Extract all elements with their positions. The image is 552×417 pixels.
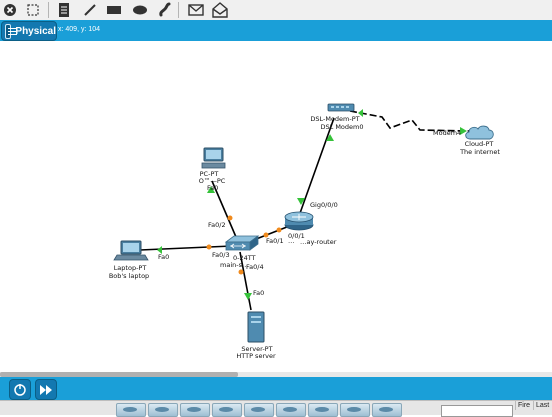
ellipse-icon[interactable]: [131, 1, 149, 19]
server-name-label: HTTP server: [236, 352, 276, 360]
dsl-modem-device[interactable]: [327, 103, 355, 112]
device-tile[interactable]: [180, 403, 210, 417]
server-slot: [251, 321, 261, 323]
logical-workspace[interactable]: PC-PT O™—PC Fa0 Laptop-PT Bob's laptop F…: [0, 41, 552, 372]
device-tile[interactable]: [276, 403, 306, 417]
device-palette: Fire Last: [0, 400, 552, 417]
modem-type-label: DSL-Modem-PT: [310, 115, 359, 123]
switch-fa04-label: Fa0/4: [246, 263, 264, 271]
device-tile[interactable]: [244, 403, 274, 417]
laptop-screen: [123, 243, 139, 252]
mode-bar: Physical x: 409, y: 104: [0, 20, 552, 41]
server-port-label: Fa0: [253, 289, 264, 297]
link-status-dot: [238, 269, 244, 275]
cloud-type-label: Cloud-PT: [465, 140, 494, 148]
cloud-icon: [465, 125, 494, 140]
complex-pdu-icon[interactable]: [211, 1, 229, 19]
fast-forward-button[interactable]: [35, 379, 57, 400]
toolbar-separator: [178, 2, 179, 18]
cursor-coordinates: x: 409, y: 104: [58, 26, 101, 33]
switch-fa03-label: Fa0/3: [212, 251, 230, 259]
laptop-type-label: Laptop-PT: [114, 264, 147, 272]
device-tile[interactable]: [212, 403, 242, 417]
main-toolbar: [0, 0, 552, 21]
rectangle-icon[interactable]: [105, 1, 123, 19]
device-tile[interactable]: [308, 403, 338, 417]
link-status-dot: [227, 215, 233, 221]
router-type-label: …: [288, 237, 295, 245]
power-cycle-button[interactable]: [9, 379, 31, 400]
simulation-bar: [0, 377, 552, 400]
router-device[interactable]: [284, 211, 314, 231]
cloud-device[interactable]: [465, 125, 494, 140]
mode-label: Physical: [15, 25, 56, 37]
router-name-label: …ay-router: [300, 238, 337, 246]
fast-forward-icon: [40, 384, 52, 395]
link-status-dot: [276, 227, 282, 233]
device-tile[interactable]: [340, 403, 370, 417]
freeform-icon[interactable]: [156, 1, 174, 19]
switch-fa02-label: Fa0/2: [208, 221, 226, 229]
device-tile[interactable]: [372, 403, 402, 417]
toolbar-separator: [48, 2, 49, 18]
router-fa01-label: Fa0/1: [266, 237, 284, 245]
link-laptop-switch[interactable]: [139, 245, 233, 251]
pdu-list-field[interactable]: [441, 405, 513, 417]
pdu-last-column[interactable]: Last: [533, 401, 551, 410]
link-modem-cloud[interactable]: [349, 110, 471, 132]
cloud-name-label: The internet: [459, 148, 500, 156]
pdu-fire-column[interactable]: Fire: [515, 401, 532, 410]
close-icon[interactable]: [1, 1, 19, 19]
laptop-port-label: Fa0: [158, 253, 169, 261]
server-slot: [251, 316, 261, 318]
modem-name-label: DSL Modem0: [321, 123, 364, 131]
modem-led: [336, 106, 339, 108]
pc-device[interactable]: [201, 147, 226, 169]
topology-canvas[interactable]: PC-PT O™—PC Fa0 Laptop-PT Bob's laptop F…: [0, 41, 552, 372]
laptop-name-label: Bob's laptop: [109, 272, 149, 280]
modem-led: [341, 106, 344, 108]
link-status-dot: [206, 244, 212, 250]
link-status-triangle: [244, 293, 252, 300]
switch-device[interactable]: [224, 235, 260, 251]
pc-keyboard: [201, 162, 226, 169]
server-device[interactable]: [247, 311, 265, 343]
physical-mode-button[interactable]: Physical: [1, 21, 57, 41]
switch-name-label: main-s…: [220, 261, 248, 269]
pc-screen: [206, 150, 221, 159]
physical-view-icon: [5, 23, 18, 39]
line-icon[interactable]: [81, 1, 99, 19]
cloud-modem4-label: Modem4: [433, 129, 461, 137]
pc-port-label: Fa0: [207, 184, 218, 192]
modem-led: [346, 106, 349, 108]
modem-led: [331, 106, 334, 108]
device-tile[interactable]: [148, 403, 178, 417]
select-icon[interactable]: [24, 1, 42, 19]
router-g000-label: Gig0/0/0: [310, 201, 338, 209]
power-cycle-icon: [14, 383, 26, 396]
note-icon[interactable]: [55, 1, 73, 19]
device-tile[interactable]: [116, 403, 146, 417]
add-pdu-icon[interactable]: [187, 1, 205, 19]
laptop-base: [113, 254, 149, 261]
